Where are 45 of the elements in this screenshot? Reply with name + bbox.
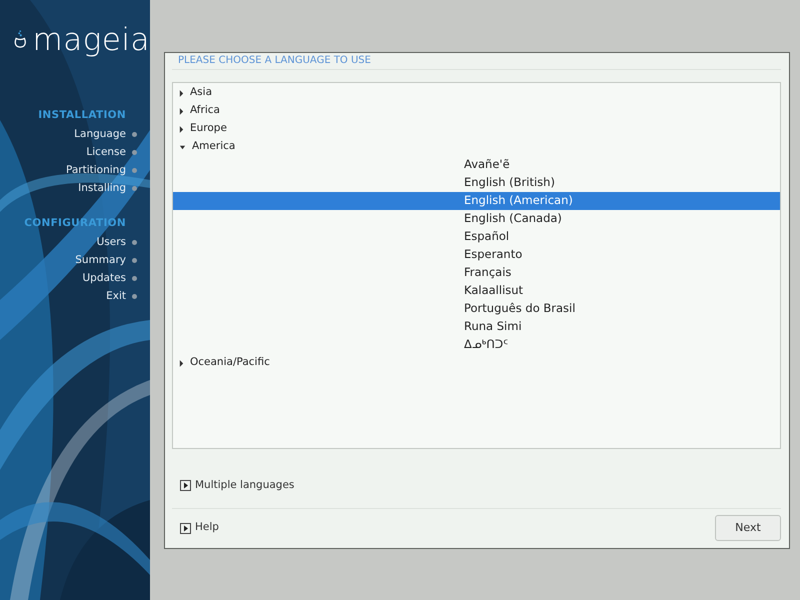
next-button[interactable]: Next [715, 514, 781, 542]
language-item[interactable]: English (British) [173, 174, 780, 192]
sidebar-section-title: INSTALLATION [37, 108, 127, 123]
sidebar-step: Language [74, 126, 126, 143]
dialog-title: PLEASE CHOOSE A LANGUAGE TO USE [172, 53, 781, 70]
expander-icon [180, 480, 191, 492]
sidebar-step: Summary [75, 252, 126, 268]
language-item[interactable]: Kalaallisut [173, 282, 780, 300]
expand-arrow-icon[interactable] [179, 108, 184, 114]
language-item[interactable]: Français [173, 264, 780, 282]
language-item[interactable]: Español [173, 228, 780, 246]
language-item[interactable]: Português do Brasil [173, 300, 780, 318]
step-dot [132, 294, 137, 299]
region-item[interactable]: Oceania/Pacific [190, 355, 270, 371]
language-item[interactable]: Esperanto [173, 246, 780, 264]
step-dot [132, 150, 137, 156]
step-dot [132, 240, 137, 245]
expand-arrow-icon[interactable] [179, 126, 184, 132]
logo-text: mageia [32, 25, 150, 56]
region-item[interactable]: Europe [190, 121, 227, 137]
language-item[interactable]: Runa Simi [173, 318, 780, 336]
sidebar-step: Updates [82, 270, 126, 286]
help-expander[interactable]: Help [180, 520, 219, 536]
expand-arrow-icon[interactable] [179, 90, 184, 96]
language-item[interactable]: English (Canada) [173, 210, 780, 228]
multiple-languages-expander[interactable]: Multiple languages [180, 478, 294, 494]
step-dot [132, 132, 137, 138]
region-item[interactable]: Asia [190, 85, 212, 101]
step-dot [132, 186, 137, 192]
step-dot [132, 258, 137, 263]
region-item[interactable]: America [192, 139, 236, 155]
collapse-arrow-icon[interactable] [179, 144, 186, 150]
step-dot [132, 168, 137, 174]
sidebar-step: Users [96, 234, 126, 250]
region-item[interactable]: Africa [190, 103, 220, 119]
language-item[interactable]: English (American) [173, 192, 780, 210]
expander-icon [180, 522, 191, 534]
sidebar-step: Partitioning [66, 162, 126, 179]
sidebar-step: Exit [106, 288, 126, 304]
sidebar-step: Installing [78, 180, 126, 197]
sidebar-step: License [86, 144, 126, 161]
language-item[interactable]: Avañe'ẽ [173, 156, 780, 174]
expand-arrow-icon[interactable] [179, 360, 184, 366]
step-dot [132, 276, 137, 281]
language-item[interactable]: ᐃᓄᒃᑎᑐᑦ [173, 336, 780, 354]
